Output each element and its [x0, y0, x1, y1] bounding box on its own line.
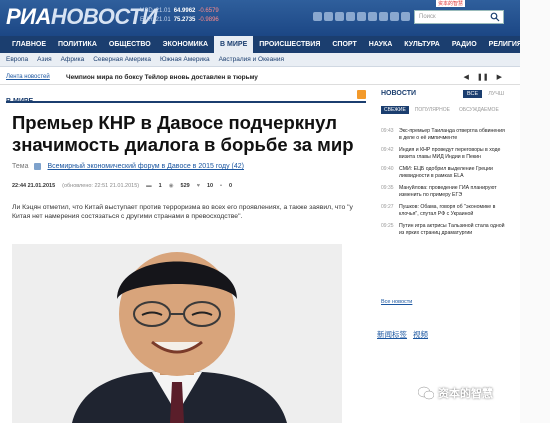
tab-popular[interactable]: ПОПУЛЯРНОЕ	[412, 106, 453, 114]
comment-icon[interactable]: ▬	[146, 183, 152, 189]
nav-item-science[interactable]: НАУКА	[363, 36, 399, 53]
article-time: 22:44 21.01.2015	[12, 183, 56, 189]
promo-link-tags[interactable]: 新闻标签	[377, 329, 407, 340]
news-list: 09:43 Экс-премьер Таиланда отвергла обви…	[381, 128, 509, 242]
topic-label: Тема	[12, 163, 29, 170]
list-item[interactable]: 09:42 Индия и КНР проведут переговоры в …	[381, 147, 509, 161]
rss-icon[interactable]	[357, 90, 366, 99]
list-item[interactable]: 09:43 Экс-премьер Таиланда отвергла обви…	[381, 128, 509, 142]
main-nav: ГЛАВНОЕ ПОЛИТИКА ОБЩЕСТВО ЭКОНОМИКА В МИ…	[0, 36, 522, 53]
section-header: В МИРЕ	[6, 90, 366, 105]
vk-icon[interactable]	[346, 12, 355, 21]
ticker-pause-icon[interactable]: ❚❚	[477, 73, 489, 81]
portrait-illustration	[12, 244, 342, 423]
nav-item-main[interactable]: ГЛАВНОЕ	[6, 36, 52, 53]
logo-main: РИА	[6, 4, 51, 29]
top-watermark: 资本的智慧	[436, 0, 466, 7]
googleplus-icon[interactable]	[379, 12, 388, 21]
wechat-icon	[418, 386, 434, 400]
social-icons	[313, 12, 410, 21]
rate-eur: EUR 21.01 75.2735 -0.9896	[140, 17, 219, 23]
nav-item-incidents[interactable]: ПРОИСШЕСТВИЯ	[253, 36, 326, 53]
nav-item-radio[interactable]: РАДИО	[446, 36, 483, 53]
nav-item-world[interactable]: В МИРЕ	[214, 36, 254, 53]
likes-icon[interactable]: ♥	[197, 183, 200, 189]
list-item[interactable]: 09:25 Путин игра актрисы Тальзиной стала…	[381, 223, 509, 237]
section-label[interactable]: В МИРЕ	[6, 98, 33, 105]
wechat-watermark: 资本的智慧	[418, 385, 493, 401]
watermark-text: 资本的智慧	[438, 388, 493, 400]
subnav-item-africa[interactable]: Африка	[61, 56, 85, 63]
tab-fresh[interactable]: СВЕЖИЕ	[381, 106, 409, 114]
nav-item-politics[interactable]: ПОЛИТИКА	[52, 36, 103, 53]
promo-links: 新闻标签 视频	[377, 329, 428, 340]
ticker-controls: ◀ ❚❚ ▶	[463, 73, 502, 81]
ticker-headline[interactable]: Чемпион мира по боксу Тейлор вновь доста…	[66, 74, 258, 81]
promo-link-video[interactable]: 视频	[413, 329, 428, 340]
ticker-label[interactable]: Лента новостей	[6, 74, 66, 80]
list-item[interactable]: 09:40 СМИ: ЕЦБ одобрил выделение Греции …	[381, 166, 509, 180]
region-subnav: Европа Азия Африка Северная Америка Южна…	[0, 53, 520, 67]
subnav-item-north-america[interactable]: Северная Америка	[93, 56, 151, 63]
mobile-icon[interactable]	[390, 12, 399, 21]
article-updated: (обновлено: 22:51 21.01.2015)	[62, 183, 140, 189]
list-item[interactable]: 09:35 Мануйлова: проведение ГИА планирую…	[381, 185, 509, 199]
rate-usd: USD 21.01 64.9962 -0.6579	[140, 8, 219, 14]
shares-icon[interactable]: ▪	[220, 183, 222, 189]
subnav-item-oceania[interactable]: Австралия и Океания	[219, 56, 284, 63]
views-count: 529	[180, 183, 190, 189]
page-margin	[520, 0, 550, 423]
article-headline: Премьер КНР в Давосе подчеркнул значимос…	[12, 112, 354, 155]
odnoklassniki-icon[interactable]	[357, 12, 366, 21]
subnav-item-south-america[interactable]: Южная Америка	[160, 56, 210, 63]
currency-rates: USD 21.01 64.9962 -0.6579 EUR 21.01 75.2…	[140, 7, 219, 25]
article-photo	[12, 244, 342, 423]
news-scope-tabs: ВСЕ ЛУЧШ	[463, 90, 508, 98]
news-sort-tabs: СВЕЖИЕ ПОПУЛЯРНОЕ ОБСУЖДАЕМОЕ	[381, 106, 502, 114]
topic-icon	[34, 163, 42, 170]
mail-icon[interactable]	[401, 12, 410, 21]
shares-count: 0	[229, 183, 233, 189]
site-logo[interactable]: РИАНОВОСТИ	[6, 4, 158, 30]
facebook-icon[interactable]	[335, 12, 344, 21]
news-ticker: Лента новостей Чемпион мира по боксу Тей…	[0, 70, 520, 85]
search-icon[interactable]	[490, 12, 500, 22]
subnav-item-asia[interactable]: Азия	[37, 56, 51, 63]
subnav-item-europe[interactable]: Европа	[6, 56, 28, 63]
article-meta: 22:44 21.01.2015 (обновлено: 22:51 21.01…	[12, 183, 232, 189]
site-header: РИАНОВОСТИ USD 21.01 64.9962 -0.6579 EUR…	[0, 0, 520, 36]
nav-item-sport[interactable]: СПОРТ	[326, 36, 362, 53]
comment-count: 1	[158, 183, 162, 189]
topic-link[interactable]: Всемирный экономический форум в Давосе в…	[47, 163, 244, 170]
nav-item-culture[interactable]: КУЛЬТУРА	[398, 36, 446, 53]
likes-count: 10	[206, 183, 214, 189]
news-sidebar: НОВОСТИ ВСЕ ЛУЧШ СВЕЖИЕ ПОПУЛЯРНОЕ ОБСУЖ…	[377, 88, 510, 310]
nav-item-economy[interactable]: ЭКОНОМИКА	[157, 36, 214, 53]
article-lead: Ли Кэцян отметил, что Китай выступает пр…	[12, 204, 353, 220]
twitter-icon[interactable]	[324, 12, 333, 21]
ticker-next-icon[interactable]: ▶	[497, 73, 502, 81]
tab-best[interactable]: ЛУЧШ	[484, 90, 508, 98]
rss-social-icon[interactable]	[313, 12, 322, 21]
all-news-link[interactable]: Все новости	[381, 299, 412, 305]
ticker-prev-icon[interactable]: ◀	[463, 73, 468, 81]
list-item[interactable]: 09:27 Пушков: Обама, говоря об "экономик…	[381, 204, 509, 218]
nav-item-society[interactable]: ОБЩЕСТВО	[103, 36, 157, 53]
tab-all[interactable]: ВСЕ	[463, 90, 483, 98]
views-icon: ◉	[168, 183, 174, 189]
livejournal-icon[interactable]	[368, 12, 377, 21]
article-topic: Тема Всемирный экономический форум в Дав…	[12, 163, 244, 170]
tab-discussed[interactable]: ОБСУЖДАЕМОЕ	[456, 106, 502, 114]
